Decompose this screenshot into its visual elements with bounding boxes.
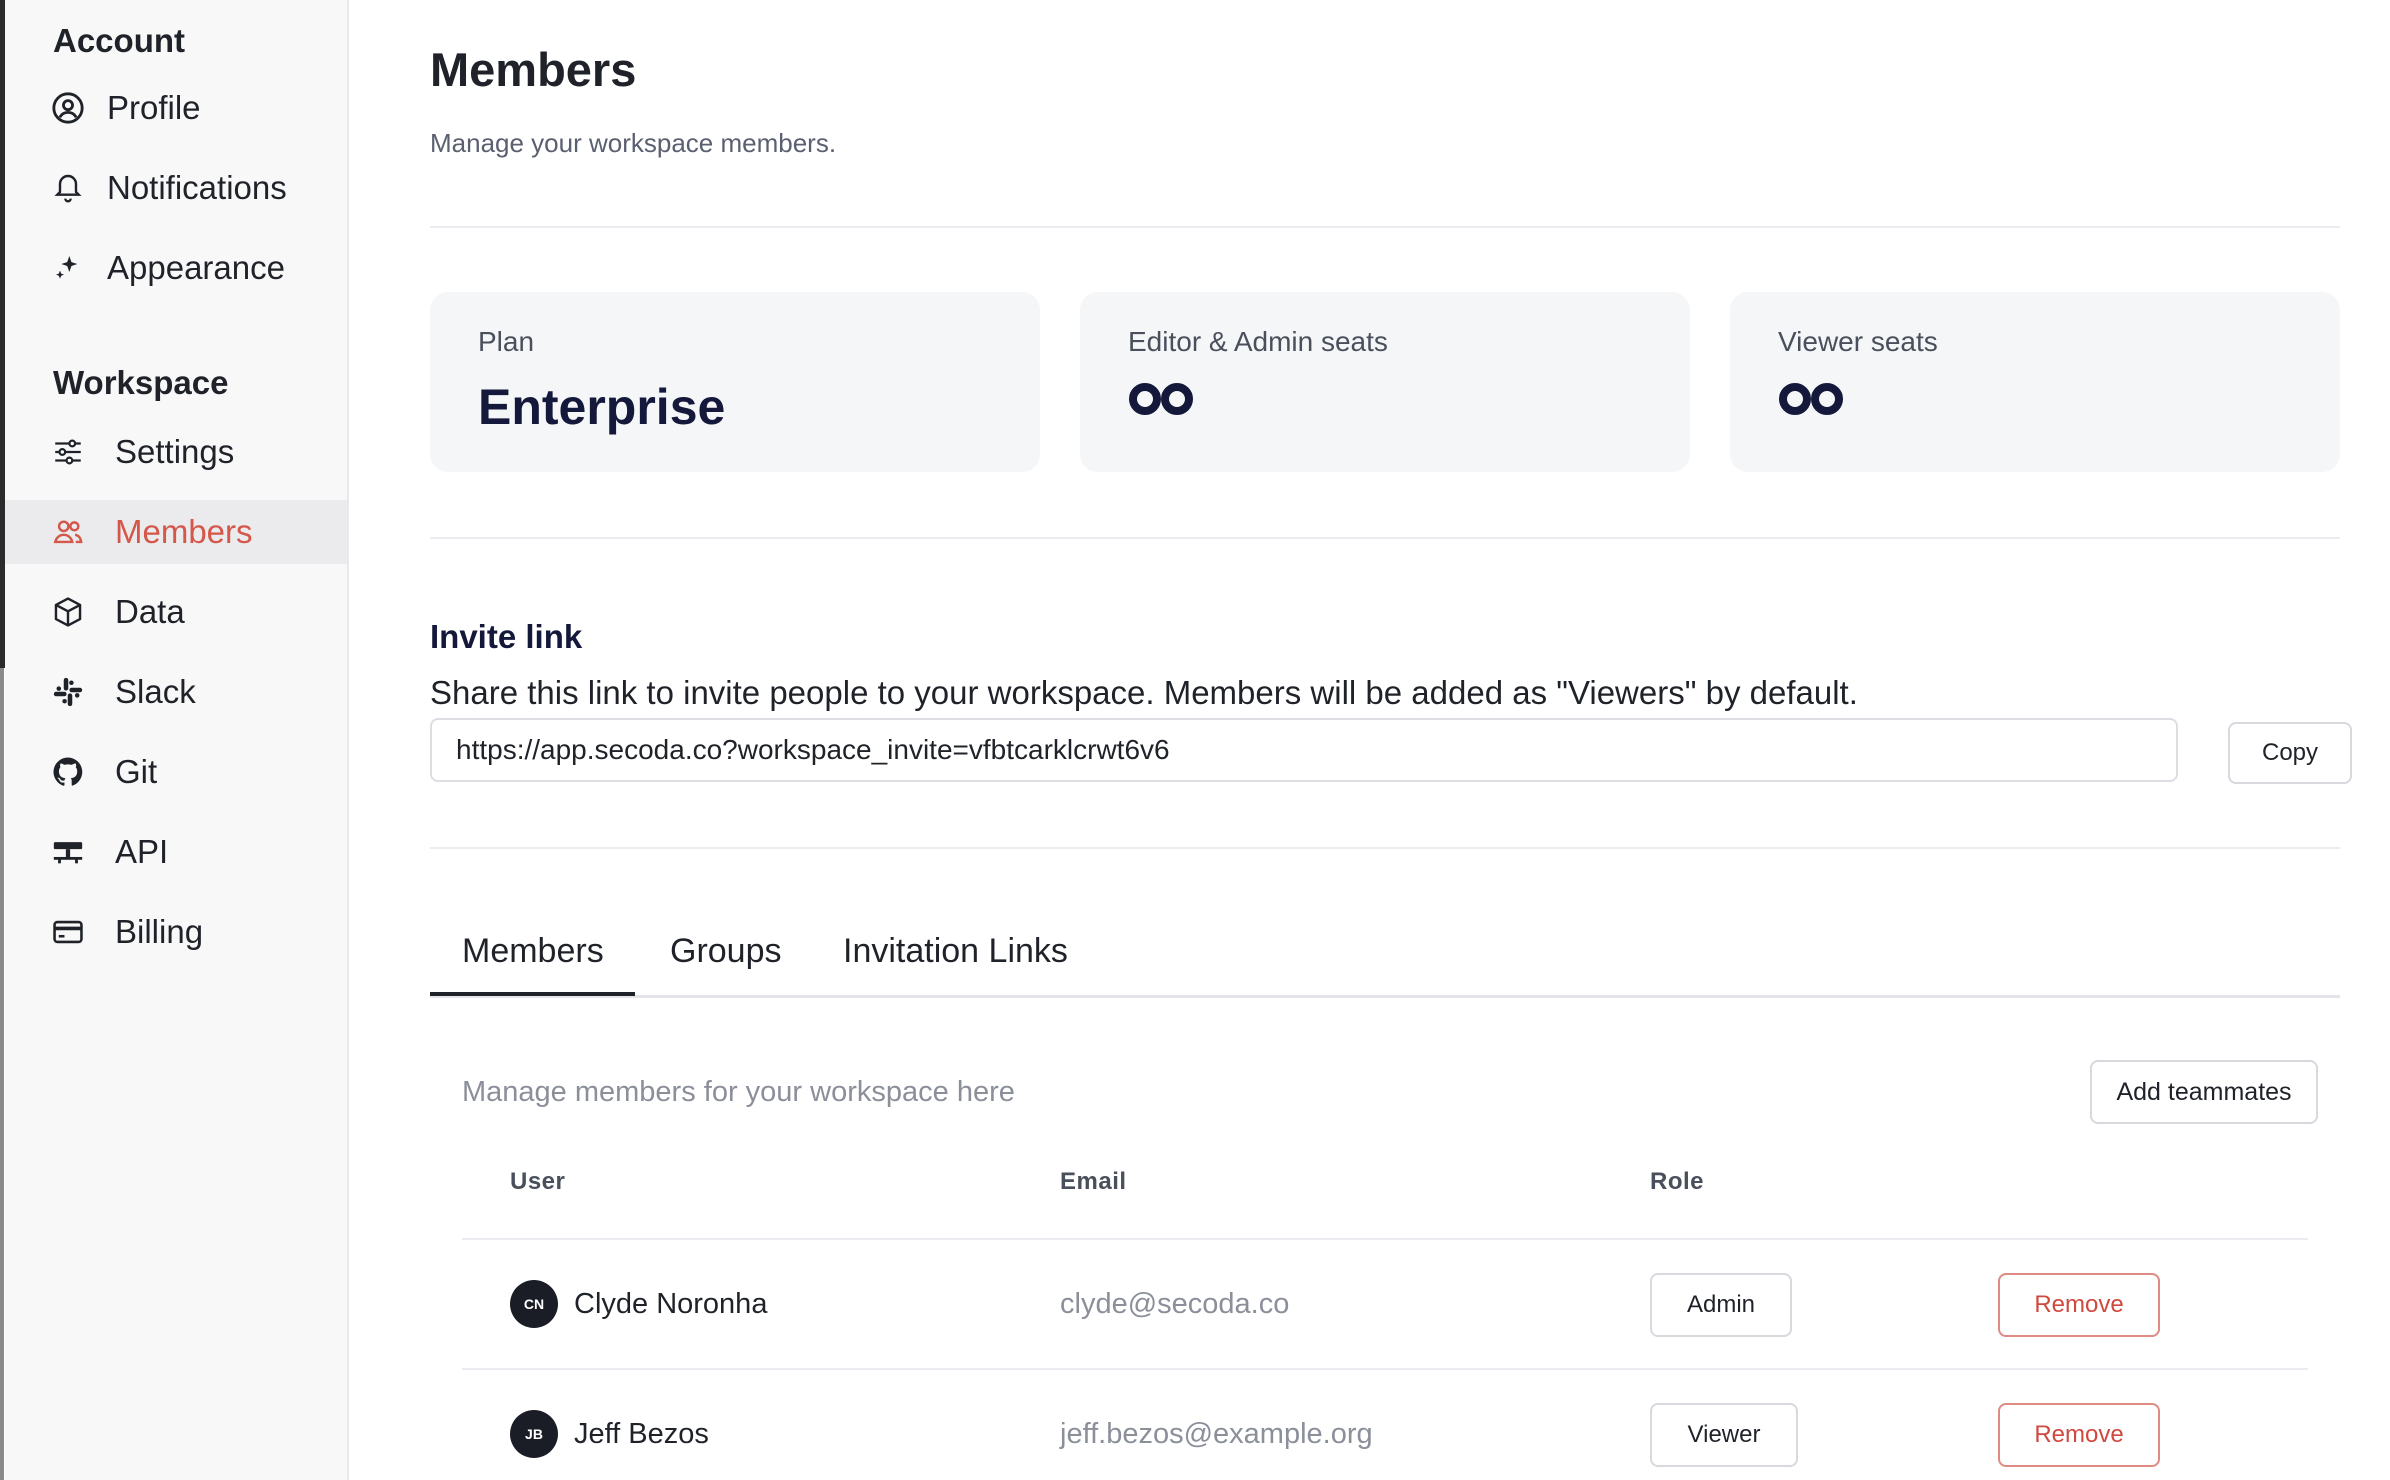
avatar: CN <box>510 1280 558 1328</box>
credit-card-icon <box>50 914 86 950</box>
sidebar-item-label: Slack <box>115 673 196 710</box>
github-icon <box>50 754 86 790</box>
sidebar-item-label: Notifications <box>107 169 287 206</box>
cube-icon <box>50 594 86 630</box>
workspace-section-title: Workspace <box>53 364 229 401</box>
sidebar-item-git[interactable]: Git <box>5 740 347 804</box>
column-header-role: Role <box>1650 1168 1705 1195</box>
divider <box>430 847 2340 849</box>
users-icon <box>50 514 86 550</box>
settings-sidebar: Account Profile Notifications Appearance… <box>5 0 349 1480</box>
editor-admin-seats-card: Editor & Admin seats <box>1080 292 1690 472</box>
role-select-button[interactable]: Viewer <box>1650 1403 1798 1467</box>
infinity-icon <box>1128 382 1194 421</box>
sidebar-item-billing[interactable]: Billing <box>5 900 347 964</box>
member-email: clyde@secoda.co <box>1060 1288 1290 1320</box>
sidebar-item-label: Billing <box>115 913 204 950</box>
tab-invitation-links[interactable]: Invitation Links <box>843 932 1068 971</box>
tab-members[interactable]: Members <box>462 932 604 971</box>
user-circle-icon <box>50 90 86 126</box>
bell-icon <box>50 170 86 206</box>
copy-link-button[interactable]: Copy <box>2228 722 2352 784</box>
sliders-icon <box>50 434 86 470</box>
sidebar-item-notifications[interactable]: Notifications <box>5 156 347 220</box>
member-email: jeff.bezos@example.org <box>1060 1418 1373 1450</box>
tab-groups[interactable]: Groups <box>670 932 782 971</box>
divider <box>430 226 2340 228</box>
invite-link-description: Share this link to invite people to your… <box>430 674 1858 711</box>
sidebar-item-label: Git <box>115 753 158 790</box>
member-name: Jeff Bezos <box>574 1418 709 1450</box>
infinity-icon <box>1778 382 1844 421</box>
sidebar-item-label: Profile <box>107 89 201 126</box>
viewer-seats-label: Viewer seats <box>1778 326 1938 357</box>
add-teammates-button[interactable]: Add teammates <box>2090 1060 2318 1124</box>
remove-member-button[interactable]: Remove <box>1998 1273 2160 1337</box>
sidebar-item-label: API <box>115 833 169 870</box>
window-edge-lower <box>0 668 4 1480</box>
sidebar-item-settings[interactable]: Settings <box>5 420 347 484</box>
invite-link-input[interactable] <box>430 718 2178 782</box>
column-header-user: User <box>510 1168 566 1195</box>
page-subtitle: Manage your workspace members. <box>430 128 837 158</box>
remove-member-button[interactable]: Remove <box>1998 1403 2160 1467</box>
active-tab-indicator <box>430 992 635 996</box>
invite-link-title: Invite link <box>430 618 583 655</box>
sidebar-item-members[interactable]: Members <box>5 500 347 564</box>
api-icon <box>50 834 86 870</box>
account-section-title: Account <box>53 22 185 59</box>
avatar: JB <box>510 1410 558 1458</box>
members-tabs: Members Groups Invitation Links <box>430 918 2340 998</box>
slack-icon <box>50 674 86 710</box>
row-divider <box>462 1238 2308 1240</box>
editor-admin-seats-label: Editor & Admin seats <box>1128 326 1388 357</box>
column-header-email: Email <box>1060 1168 1127 1195</box>
role-select-button[interactable]: Admin <box>1650 1273 1792 1337</box>
plan-label: Plan <box>478 326 535 357</box>
sidebar-item-label: Members <box>115 513 253 550</box>
divider <box>430 537 2340 539</box>
sidebar-item-label: Settings <box>115 433 235 470</box>
page-title: Members <box>430 43 637 96</box>
sidebar-item-api[interactable]: API <box>5 820 347 884</box>
sidebar-item-profile[interactable]: Profile <box>5 76 347 140</box>
members-panel-description: Manage members for your workspace here <box>462 1076 1015 1108</box>
row-divider <box>462 1368 2308 1370</box>
plan-value: Enterprise <box>478 379 726 435</box>
sidebar-item-data[interactable]: Data <box>5 580 347 644</box>
member-name: Clyde Noronha <box>574 1288 768 1320</box>
sidebar-item-appearance[interactable]: Appearance <box>5 236 347 300</box>
plan-card: Plan Enterprise <box>430 292 1040 472</box>
viewer-seats-card: Viewer seats <box>1730 292 2340 472</box>
sidebar-item-label: Appearance <box>107 249 285 286</box>
sparkle-icon <box>50 250 86 286</box>
sidebar-item-slack[interactable]: Slack <box>5 660 347 724</box>
sidebar-item-label: Data <box>115 593 185 630</box>
